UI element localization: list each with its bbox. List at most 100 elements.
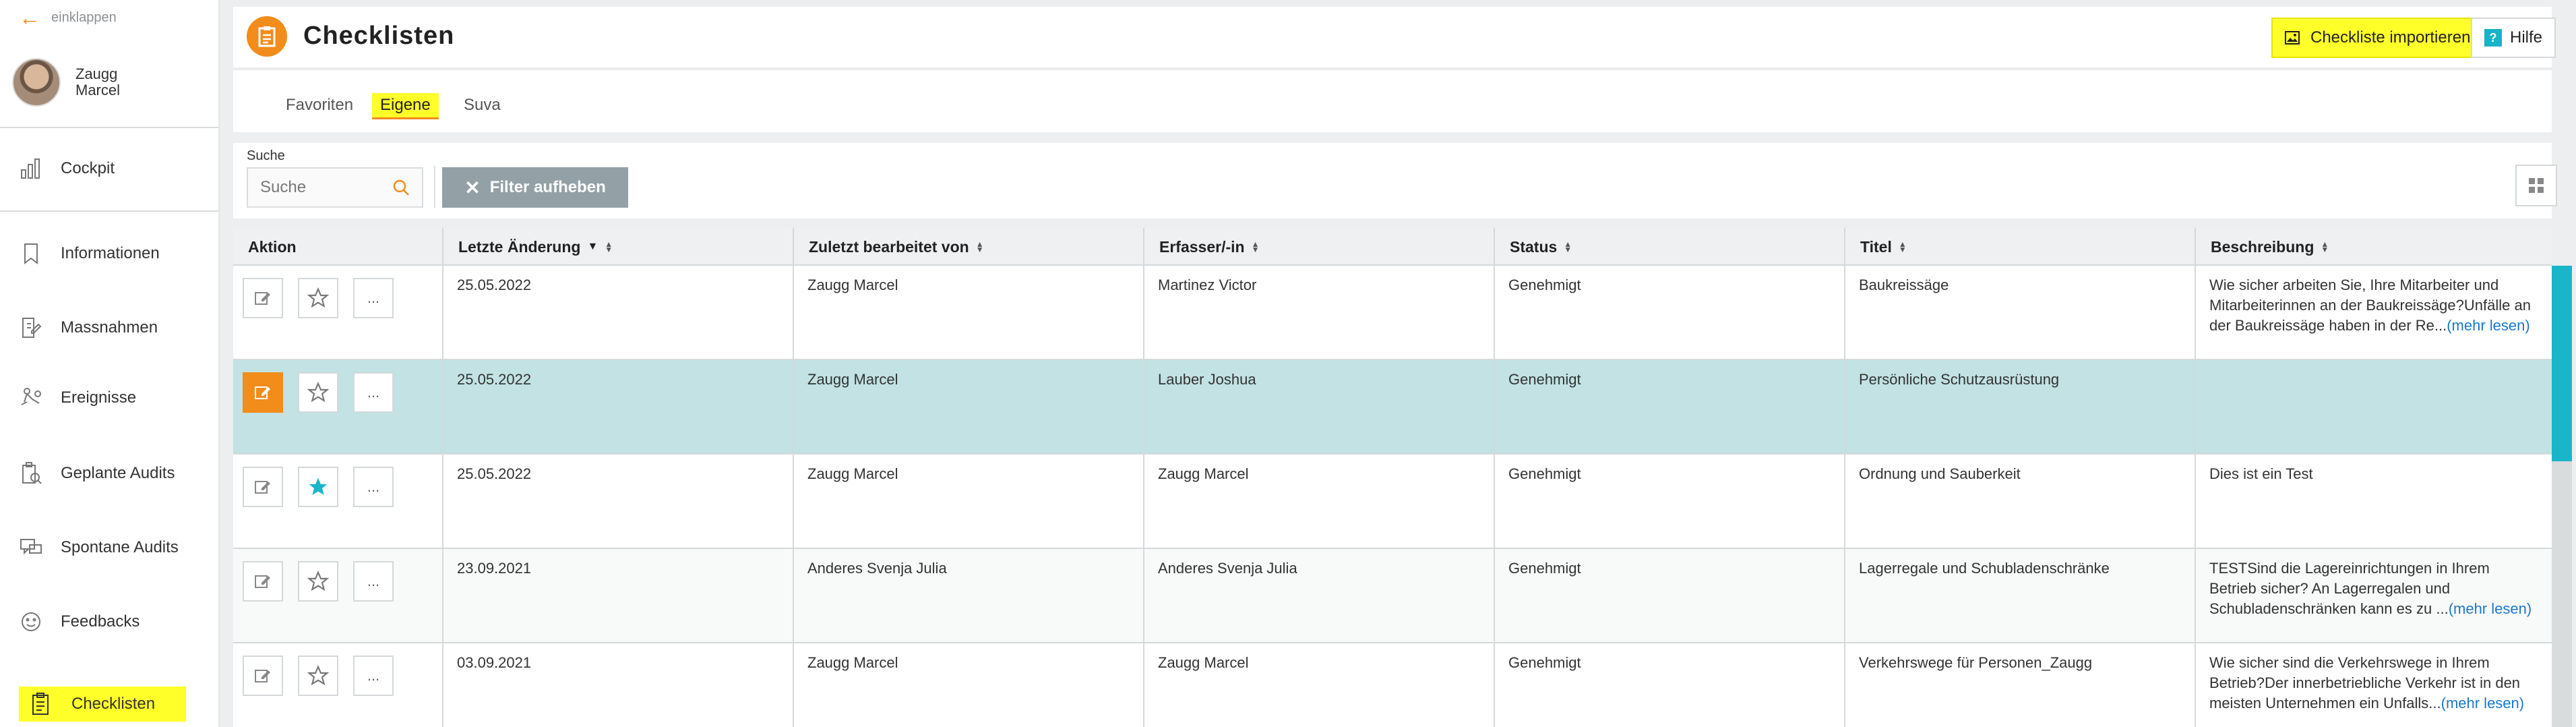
col-status[interactable]: Status ▲ ▼: [1494, 228, 1844, 266]
cell-title: Ordnung und Sauberkeit: [1844, 455, 2195, 548]
row-actions: ...: [243, 467, 394, 507]
edit-button[interactable]: [243, 372, 283, 413]
sort-icon: ▲ ▼: [1251, 239, 1260, 254]
edit-button[interactable]: [243, 561, 283, 602]
cell-status: Genehmigt: [1494, 455, 1844, 548]
sidebar-item-massnahmen[interactable]: Massnahmen: [19, 316, 158, 340]
cell-date: 23.09.2021: [442, 549, 793, 642]
col-beschreibung[interactable]: Beschreibung ▲ ▼: [2195, 228, 2552, 266]
ellipsis-icon: ...: [367, 289, 380, 306]
close-icon: ✕: [464, 177, 481, 198]
search-icon: [393, 179, 409, 196]
cell-editor: Zaugg Marcel: [793, 360, 1143, 453]
more-options-button[interactable]: ...: [353, 278, 394, 318]
cell-editor: Anderes Svenja Julia: [793, 549, 1143, 642]
cell-title: Persönliche Schutzausrüstung: [1844, 360, 2195, 453]
edit-icon: [255, 575, 270, 588]
cell-description: Wie sicher arbeiten Sie, Ihre Mitarbeite…: [2195, 266, 2552, 359]
user-first-name: Zaugg: [75, 65, 118, 82]
cell-title: Lagerregale und Schubladenschränke: [1844, 549, 2195, 642]
star-icon: [307, 665, 329, 686]
star-icon: [307, 287, 329, 308]
sidebar-item-feedbacks[interactable]: Feedbacks: [19, 610, 140, 634]
ellipsis-icon: ...: [367, 667, 380, 684]
clear-filter-label: Filter aufheben: [489, 178, 606, 196]
sidebar: ← einklappen Zaugg Marcel Cockpit Inform…: [0, 0, 220, 727]
table-row[interactable]: ... 03.09.2021 Zaugg Marcel Zaugg Marcel Gen…: [233, 643, 2552, 727]
row-actions: ...: [243, 561, 394, 602]
cell-editor: Zaugg Marcel: [793, 266, 1143, 359]
sidebar-item-ereignisse[interactable]: Ereignisse: [19, 386, 136, 410]
sidebar-item-geplante-audits[interactable]: Geplante Audits: [19, 461, 175, 486]
more-options-button[interactable]: ...: [353, 656, 394, 696]
table-row[interactable]: ... 23.09.2021 Anderes Svenja Julia Anderes…: [233, 549, 2552, 643]
more-options-button[interactable]: ...: [353, 467, 394, 507]
search-input[interactable]: [260, 178, 388, 197]
cell-editor: Zaugg Marcel: [793, 455, 1143, 548]
cell-title: Verkehrswege für Personen_Zaugg: [1844, 643, 2195, 727]
read-more-link[interactable]: (mehr lesen): [2449, 600, 2532, 617]
sidebar-item-spontane-audits[interactable]: Spontane Audits: [19, 535, 179, 560]
search-field[interactable]: [247, 167, 423, 208]
cell-status: Genehmigt: [1494, 643, 1844, 727]
sidebar-item-cockpit[interactable]: Cockpit: [19, 156, 115, 181]
import-label: Checkliste importieren: [2310, 28, 2471, 47]
cell-description: TESTSind die Lagereinrichtungen in Ihrem…: [2195, 549, 2552, 642]
cell-date: 25.05.2022: [442, 266, 793, 359]
import-checklist-button[interactable]: Checkliste importieren: [2271, 18, 2484, 58]
edit-button[interactable]: [243, 467, 283, 507]
avatar: [12, 58, 61, 107]
page-title: Checklisten: [303, 22, 455, 50]
ellipsis-icon: ...: [367, 384, 380, 401]
col-letzte-aenderung[interactable]: Letzte Änderung ▼ ▲ ▼: [442, 228, 793, 266]
table-row[interactable]: ... 25.05.2022 Zaugg Marcel Lauber Joshua Ge…: [233, 360, 2552, 455]
read-more-link[interactable]: (mehr lesen): [2441, 695, 2524, 711]
edit-button[interactable]: [243, 278, 283, 318]
sidebar-item-checklisten[interactable]: Checklisten: [19, 687, 187, 722]
grid-view-button[interactable]: [2515, 165, 2557, 206]
more-options-button[interactable]: ...: [353, 561, 394, 602]
collapse-sidebar-button[interactable]: ← einklappen: [19, 7, 117, 28]
favorite-button[interactable]: [298, 656, 338, 696]
cell-status: Genehmigt: [1494, 266, 1844, 359]
table-row[interactable]: ... 25.05.2022 Zaugg Marcel Zaugg Marcel Gen…: [233, 455, 2552, 549]
favorite-button[interactable]: [298, 467, 338, 507]
edit-icon: [255, 292, 270, 305]
ellipsis-icon: ...: [367, 573, 380, 589]
cell-description: [2195, 360, 2552, 453]
favorite-button[interactable]: [298, 372, 338, 413]
cell-author: Zaugg Marcel: [1143, 455, 1494, 548]
edit-button[interactable]: [243, 656, 283, 696]
user-profile[interactable]: Zaugg Marcel: [12, 58, 120, 107]
grid-icon: [2529, 178, 2544, 193]
favorite-button[interactable]: [298, 561, 338, 602]
read-more-link[interactable]: (mehr lesen): [2447, 317, 2529, 334]
cell-status: Genehmigt: [1494, 549, 1844, 642]
tab-eigene[interactable]: Eigene: [372, 93, 439, 119]
cell-author: Martinez Victor: [1143, 266, 1494, 359]
cell-author: Anderes Svenja Julia: [1143, 549, 1494, 642]
checklist-icon: [247, 16, 287, 57]
col-erfasser[interactable]: Erfasser/-in ▲ ▼: [1143, 228, 1494, 266]
sort-icon: ▲ ▼: [605, 239, 613, 254]
table-row[interactable]: ... 25.05.2022 Zaugg Marcel Martinez Victor…: [233, 266, 2552, 360]
favorite-button[interactable]: [298, 278, 338, 318]
col-titel[interactable]: Titel ▲ ▼: [1844, 228, 2195, 266]
image-import-icon: [2285, 31, 2300, 45]
divider: [434, 166, 435, 208]
sidebar-item-label: Cockpit: [61, 159, 115, 177]
cell-date: 25.05.2022: [442, 455, 793, 548]
help-button[interactable]: ? Hilfe: [2471, 18, 2556, 58]
more-options-button[interactable]: ...: [353, 372, 394, 413]
edit-icon: [255, 670, 270, 682]
scrollbar[interactable]: [2552, 266, 2572, 727]
sidebar-item-label: Massnahmen: [61, 318, 158, 337]
scrollbar-thumb[interactable]: [2552, 266, 2572, 461]
sidebar-item-informationen[interactable]: Informationen: [19, 241, 160, 266]
clear-filter-button[interactable]: ✕ Filter aufheben: [442, 167, 628, 208]
tab-suva[interactable]: Suva: [456, 93, 509, 117]
sort-icon: ▲ ▼: [1564, 239, 1572, 254]
tab-favoriten[interactable]: Favoriten: [278, 93, 361, 117]
face-icon: [22, 612, 40, 631]
col-zuletzt-bearbeitet[interactable]: Zuletzt bearbeitet von ▲ ▼: [793, 228, 1143, 266]
